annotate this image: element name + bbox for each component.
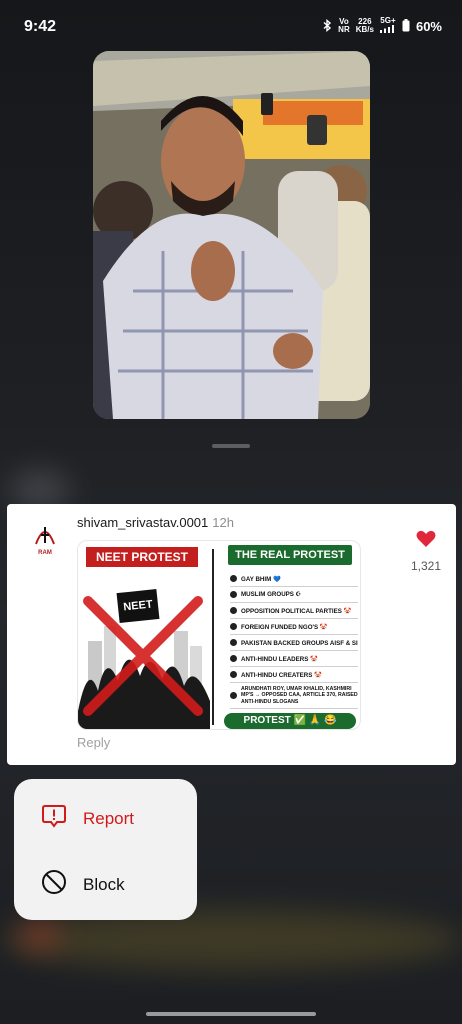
protest-item-text: ARUNDHATI ROY, UMAR KHALID, KASHMIRI MP'… <box>241 685 358 705</box>
nr-label: NR <box>338 25 350 34</box>
protest-list: GAY BHIM 💙 MUSLIM GROUPS ☪ OPPOSITION PO… <box>230 571 358 709</box>
protest-list-item: MUSLIM GROUPS ☪ <box>230 587 358 603</box>
protest-list-item: GAY BHIM 💙 <box>230 571 358 587</box>
home-indicator[interactable] <box>146 1012 316 1016</box>
signal-bars-icon <box>379 25 394 33</box>
crescent-icon <box>230 591 237 598</box>
protest-item-text: ANTI-HINDU CREATERS 🤡 <box>241 671 322 679</box>
building-icon <box>230 607 237 614</box>
background-blur-shape <box>20 920 60 950</box>
protest-item-text: MUSLIM GROUPS ☪ <box>241 591 302 598</box>
block-menu-item[interactable]: Block <box>41 869 125 900</box>
protest-item-text: OPPOSITION POLITICAL PARTIES 🤡 <box>241 607 352 615</box>
like-count: 1,321 <box>410 559 442 573</box>
fist-icon <box>230 575 237 582</box>
protest-list-item: ANTI-HINDU CREATERS 🤡 <box>230 667 358 683</box>
comment-card: RAM shivam_srivastav.0001 12h 1,321 NEET … <box>7 504 456 765</box>
comment-image[interactable]: NEET PROTEST NEET THE REAL PROTEST GAY B… <box>77 540 361 730</box>
report-menu-item[interactable]: Report <box>41 803 134 834</box>
comment-username[interactable]: shivam_srivastav.0001 <box>77 515 208 530</box>
drag-handle[interactable] <box>212 444 250 448</box>
people-icon <box>230 655 237 662</box>
volte-indicator: Vo NR <box>338 18 350 34</box>
reel-video-preview[interactable] <box>93 51 370 419</box>
avatar[interactable]: RAM <box>27 520 63 556</box>
battery-percent: 60% <box>415 18 442 34</box>
flag-icon <box>230 639 237 646</box>
report-label: Report <box>83 808 135 828</box>
image-banner: PROTEST ✅ 🙏 😂 <box>224 713 356 729</box>
protest-list-item: ARUNDHATI ROY, UMAR KHALID, KASHMIRI MP'… <box>230 683 358 709</box>
bluetooth-icon <box>323 18 332 34</box>
protest-list-item: OPPOSITION POLITICAL PARTIES 🤡 <box>230 603 358 619</box>
youtube-icon <box>230 671 237 678</box>
avatar-logo-text: RAM <box>38 550 52 556</box>
status-time: 9:42 <box>24 18 57 35</box>
network-speed: 226 KB/s <box>356 18 374 34</box>
report-icon <box>41 803 67 834</box>
protest-list-item: ANTI-HINDU LEADERS 🤡 <box>230 651 358 667</box>
protest-list-item: FOREIGN FUNDED NGO'S 🤡 <box>230 619 358 635</box>
block-label: Block <box>83 874 125 894</box>
image-divider <box>212 549 214 725</box>
speed-unit: KB/s <box>355 25 374 34</box>
globe-icon <box>230 623 237 630</box>
person-icon <box>230 692 237 699</box>
protest-list-item: PAKISTAN BACKED GROUPS AISF & SIF 🤡 <box>230 635 358 651</box>
status-bar: 9:42 Vo NR 226 KB/s 5G+ 60% <box>0 0 462 54</box>
protest-item-text: GAY BHIM 💙 <box>241 575 281 583</box>
signal-indicator: 5G+ <box>379 16 396 35</box>
video-frame-image <box>93 51 370 419</box>
neet-sign: NEET <box>116 588 160 624</box>
signal-label: 5G+ <box>380 16 396 25</box>
comment-timestamp: 12h <box>212 515 234 530</box>
context-menu: Report Block <box>14 779 197 920</box>
image-right-title: THE REAL PROTEST <box>228 545 352 565</box>
status-icons: Vo NR 226 KB/s 5G+ 60% <box>323 17 442 35</box>
comment-header: shivam_srivastav.0001 12h <box>77 515 234 530</box>
like-area: 1,321 <box>406 530 446 573</box>
block-icon <box>41 869 67 900</box>
reply-button[interactable]: Reply <box>77 735 110 750</box>
image-left-title: NEET PROTEST <box>86 547 198 567</box>
protest-item-text: FOREIGN FUNDED NGO'S 🤡 <box>241 623 328 631</box>
heart-icon[interactable] <box>416 530 436 552</box>
archer-logo-icon <box>35 527 55 545</box>
battery-icon <box>402 18 410 34</box>
protest-item-text: ANTI-HINDU LEADERS 🤡 <box>241 655 318 663</box>
protest-item-text: PAKISTAN BACKED GROUPS AISF & SIF 🤡 <box>241 639 358 647</box>
